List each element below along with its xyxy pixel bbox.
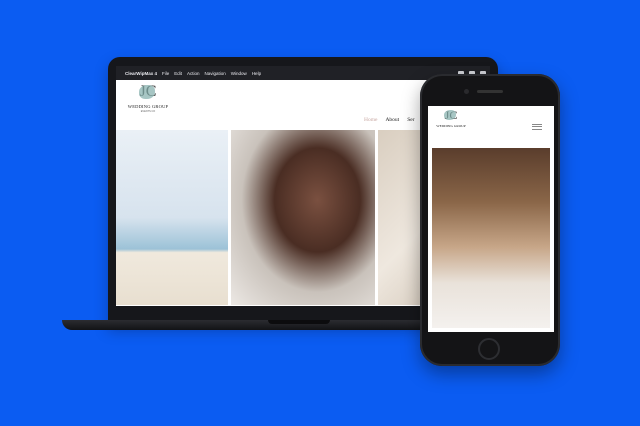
leaf-icon — [139, 85, 155, 99]
phone-home-button — [478, 338, 500, 360]
phone-logo-name: WEDDING GROUP — [436, 124, 466, 128]
laptop-notch — [268, 320, 330, 324]
logo-subtitle: EVENTS CO — [140, 110, 156, 113]
leaf-icon — [444, 110, 456, 120]
menu-item-navigation[interactable]: Navigation — [205, 71, 226, 76]
site-logo[interactable]: JC WEDDING GROUP EVENTS CO — [125, 84, 171, 124]
phone-site-logo[interactable]: JC WEDDING GROUP — [434, 109, 468, 139]
menu-app-name[interactable]: ClearWipMax 4 — [125, 71, 157, 76]
logo-name: WEDDING GROUP — [127, 104, 169, 109]
hamburger-menu-icon[interactable] — [532, 122, 542, 131]
site-nav: Home About Ser — [364, 117, 415, 123]
phone-screen: JC WEDDING GROUP — [428, 106, 554, 332]
menu-item-action[interactable]: Action — [187, 71, 200, 76]
menu-item-help[interactable]: Help — [252, 71, 261, 76]
phone-speaker — [477, 90, 503, 93]
gallery-photo-couple-closeup[interactable] — [231, 130, 375, 305]
nav-about[interactable]: About — [385, 117, 399, 123]
nav-home[interactable]: Home — [364, 117, 377, 123]
nav-services[interactable]: Ser — [407, 117, 414, 123]
phone-camera — [464, 89, 469, 94]
menu-item-window[interactable]: Window — [231, 71, 247, 76]
gallery-photo-beach-couple[interactable] — [116, 130, 228, 305]
menu-item-edit[interactable]: Edit — [174, 71, 182, 76]
menu-item-file[interactable]: File — [162, 71, 169, 76]
phone-hero-photo — [432, 148, 550, 328]
